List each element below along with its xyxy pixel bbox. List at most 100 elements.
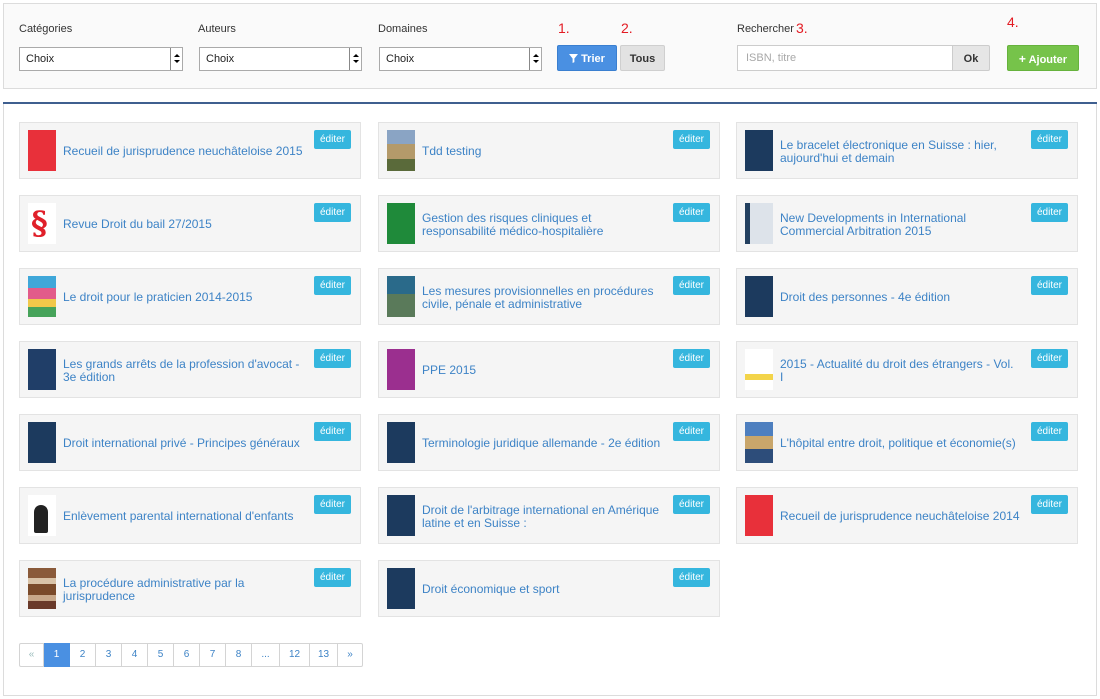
book-card[interactable]: L'hôpital entre droit, politique et écon…: [736, 414, 1078, 471]
edit-button[interactable]: éditer: [673, 203, 710, 222]
book-card[interactable]: Enlèvement parental international d'enfa…: [19, 487, 361, 544]
book-card[interactable]: Les mesures provisionnelles en procédure…: [378, 268, 720, 325]
search-input[interactable]: [737, 45, 953, 71]
book-title-link[interactable]: Gestion des risques cliniques et respons…: [422, 212, 662, 238]
book-card[interactable]: Droit de l'arbitrage international en Am…: [378, 487, 720, 544]
edit-button[interactable]: éditer: [314, 276, 351, 295]
book-title-link[interactable]: PPE 2015: [422, 364, 662, 377]
edit-button[interactable]: éditer: [673, 422, 710, 441]
edit-button[interactable]: éditer: [673, 276, 710, 295]
edit-button[interactable]: éditer: [314, 495, 351, 514]
book-cover-image[interactable]: [28, 349, 56, 390]
search-ok-button[interactable]: Ok: [953, 45, 990, 71]
book-title-link[interactable]: Droit international privé - Principes gé…: [63, 437, 303, 450]
edit-button[interactable]: éditer: [1031, 495, 1068, 514]
edit-button[interactable]: éditer: [314, 422, 351, 441]
book-cover-image[interactable]: [387, 349, 415, 390]
book-cover-image[interactable]: [387, 422, 415, 463]
book-card[interactable]: Le bracelet électronique en Suisse : hie…: [736, 122, 1078, 179]
edit-button[interactable]: éditer: [314, 203, 351, 222]
pagination-page[interactable]: 8: [226, 643, 252, 667]
book-title-link[interactable]: Revue Droit du bail 27/2015: [63, 218, 303, 231]
book-cover-image[interactable]: [28, 422, 56, 463]
book-card[interactable]: Droit des personnes - 4e édition éditer: [736, 268, 1078, 325]
pagination-page[interactable]: 6: [174, 643, 200, 667]
book-card[interactable]: Droit économique et sport éditer: [378, 560, 720, 617]
book-card[interactable]: La procédure administrative par la juris…: [19, 560, 361, 617]
book-title-link[interactable]: La procédure administrative par la juris…: [63, 577, 303, 603]
book-cover-image[interactable]: [28, 568, 56, 609]
edit-button[interactable]: éditer: [673, 495, 710, 514]
pagination-page[interactable]: 4: [122, 643, 148, 667]
book-cover-image[interactable]: [745, 203, 773, 244]
book-cover-image[interactable]: [28, 495, 56, 536]
book-title-link[interactable]: Les mesures provisionnelles en procédure…: [422, 285, 662, 311]
edit-button[interactable]: éditer: [314, 349, 351, 368]
pagination-page[interactable]: 1: [44, 643, 70, 667]
book-card[interactable]: 2015 - Actualité du droit des étrangers …: [736, 341, 1078, 398]
book-title-link[interactable]: Recueil de jurisprudence neuchâteloise 2…: [780, 510, 1020, 523]
book-cover-image[interactable]: [387, 130, 415, 171]
book-card[interactable]: Gestion des risques cliniques et respons…: [378, 195, 720, 252]
book-card[interactable]: § Revue Droit du bail 27/2015 éditer: [19, 195, 361, 252]
book-card[interactable]: PPE 2015 éditer: [378, 341, 720, 398]
edit-button[interactable]: éditer: [1031, 349, 1068, 368]
book-title-link[interactable]: Enlèvement parental international d'enfa…: [63, 510, 303, 523]
edit-button[interactable]: éditer: [1031, 130, 1068, 149]
book-title-link[interactable]: Terminologie juridique allemande - 2e éd…: [422, 437, 662, 450]
edit-button[interactable]: éditer: [1031, 203, 1068, 222]
pagination-page[interactable]: 5: [148, 643, 174, 667]
pagination-page[interactable]: 13: [310, 643, 338, 667]
book-title-link[interactable]: Tdd testing: [422, 145, 662, 158]
pagination-page[interactable]: 7: [200, 643, 226, 667]
book-cover-image[interactable]: [745, 495, 773, 536]
book-title-link[interactable]: Recueil de jurisprudence neuchâteloise 2…: [63, 145, 303, 158]
book-cover-image[interactable]: [745, 130, 773, 171]
pagination-page[interactable]: 12: [280, 643, 310, 667]
book-cover-image[interactable]: [387, 203, 415, 244]
book-cover-image[interactable]: [745, 422, 773, 463]
pagination-prev[interactable]: «: [19, 643, 44, 667]
book-cover-image[interactable]: [387, 276, 415, 317]
book-title-link[interactable]: 2015 - Actualité du droit des étrangers …: [780, 358, 1020, 384]
edit-button[interactable]: éditer: [673, 349, 710, 368]
edit-button[interactable]: éditer: [673, 130, 710, 149]
book-card[interactable]: New Developments in International Commer…: [736, 195, 1078, 252]
book-title-link[interactable]: L'hôpital entre droit, politique et écon…: [780, 437, 1020, 450]
edit-button[interactable]: éditer: [1031, 276, 1068, 295]
book-card[interactable]: Tdd testing éditer: [378, 122, 720, 179]
book-cover-image[interactable]: [745, 276, 773, 317]
book-cover-image[interactable]: [387, 568, 415, 609]
authors-select[interactable]: Choix: [199, 47, 362, 71]
pagination-page[interactable]: ...: [252, 643, 280, 667]
show-all-button[interactable]: Tous: [620, 45, 665, 71]
book-card[interactable]: Les grands arrêts de la profession d'avo…: [19, 341, 361, 398]
book-title-link[interactable]: Les grands arrêts de la profession d'avo…: [63, 358, 303, 384]
book-title-link[interactable]: New Developments in International Commer…: [780, 212, 1020, 238]
book-title-link[interactable]: Le bracelet électronique en Suisse : hie…: [780, 139, 1020, 165]
pagination-page[interactable]: 2: [70, 643, 96, 667]
book-card[interactable]: Le droit pour le praticien 2014-2015 édit…: [19, 268, 361, 325]
edit-button[interactable]: éditer: [673, 568, 710, 587]
book-card[interactable]: Recueil de jurisprudence neuchâteloise 2…: [19, 122, 361, 179]
book-title-link[interactable]: Le droit pour le praticien 2014-2015: [63, 291, 303, 304]
book-title-link[interactable]: Droit économique et sport: [422, 583, 662, 596]
book-cover-image[interactable]: §: [28, 203, 56, 244]
domains-select[interactable]: Choix: [379, 47, 542, 71]
edit-button[interactable]: éditer: [1031, 422, 1068, 441]
sort-button[interactable]: Trier: [557, 45, 617, 71]
book-title-link[interactable]: Droit des personnes - 4e édition: [780, 291, 1020, 304]
categories-select[interactable]: Choix: [19, 47, 183, 71]
book-card[interactable]: Terminologie juridique allemande - 2e éd…: [378, 414, 720, 471]
pagination-next[interactable]: »: [338, 643, 363, 667]
book-cover-image[interactable]: [745, 349, 773, 390]
edit-button[interactable]: éditer: [314, 568, 351, 587]
pagination-page[interactable]: 3: [96, 643, 122, 667]
book-card[interactable]: Recueil de jurisprudence neuchâteloise 2…: [736, 487, 1078, 544]
book-cover-image[interactable]: [28, 130, 56, 171]
add-button[interactable]: + Ajouter: [1007, 45, 1079, 71]
book-cover-image[interactable]: [387, 495, 415, 536]
book-title-link[interactable]: Droit de l'arbitrage international en Am…: [422, 504, 662, 530]
book-card[interactable]: Droit international privé - Principes gé…: [19, 414, 361, 471]
edit-button[interactable]: éditer: [314, 130, 351, 149]
